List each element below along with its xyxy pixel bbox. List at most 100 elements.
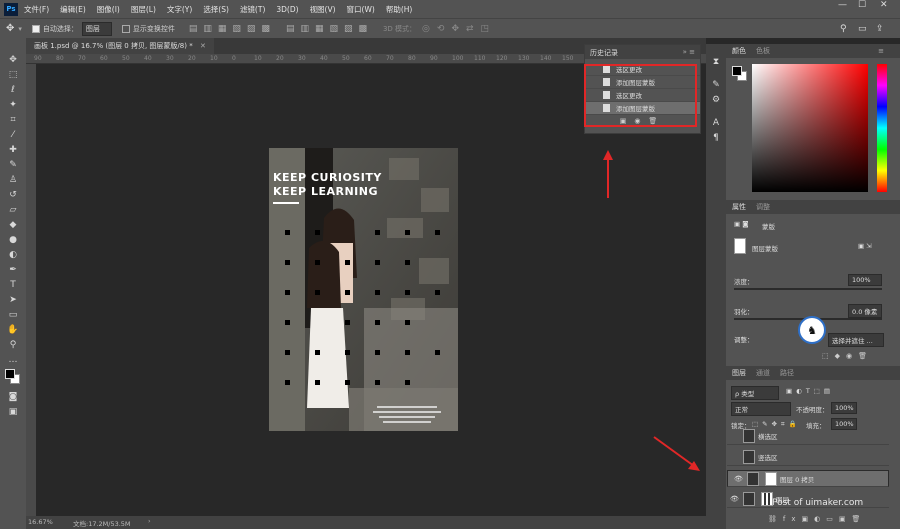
panel-menu-icon[interactable]: » ≡ xyxy=(683,48,695,56)
layer-thumbnail xyxy=(743,450,755,464)
hand-tool-icon[interactable]: ✋ xyxy=(0,322,26,337)
3d-mode-icons[interactable]: ◎⟲✥⇄◳ xyxy=(422,24,496,34)
character-panel-icon[interactable]: A xyxy=(706,115,726,130)
tab-properties[interactable]: 属性 xyxy=(732,202,746,212)
select-and-mask-button[interactable]: 选择并遮住 ... xyxy=(828,333,884,347)
tab-layers[interactable]: 图层 xyxy=(732,368,746,378)
blend-mode-dropdown[interactable]: 正常 xyxy=(731,402,791,416)
opacity-input[interactable]: 100% xyxy=(831,402,857,414)
history-panel-title[interactable]: 历史记录 xyxy=(590,49,618,57)
menu-layer[interactable]: 图层(L) xyxy=(131,4,156,15)
move-tool-icon[interactable]: ✥ xyxy=(6,23,14,34)
maximize-icon[interactable]: ☐ xyxy=(858,0,866,10)
dodge-tool-icon[interactable]: ◐ xyxy=(0,247,26,262)
magic-wand-icon[interactable]: ✦ xyxy=(0,97,26,112)
menu-view[interactable]: 视图(V) xyxy=(310,4,336,15)
eye-icon[interactable]: 👁 xyxy=(734,475,744,483)
history-brush-icon[interactable]: ↺ xyxy=(0,187,26,202)
hue-slider[interactable] xyxy=(877,64,887,192)
move-tool-icon[interactable]: ✥ xyxy=(0,52,26,67)
foreground-color-swatch[interactable] xyxy=(732,66,742,76)
search-icon[interactable]: ⚲ xyxy=(840,24,847,34)
layer-footer-icons[interactable]: ⛓fx▣◐▭▣🗑 xyxy=(768,515,866,523)
zoom-tool-icon[interactable]: ⚲ xyxy=(0,337,26,352)
menu-3d[interactable]: 3D(D) xyxy=(276,5,298,14)
eye-icon[interactable]: 👁 xyxy=(730,495,740,503)
align-icons[interactable]: ▤▥▦▧▨▩ xyxy=(189,24,276,34)
density-input[interactable]: 100% xyxy=(848,274,882,286)
auto-select-checkbox[interactable] xyxy=(31,24,40,33)
vertical-ruler[interactable] xyxy=(26,64,36,516)
rectangle-tool-icon[interactable]: ▭ xyxy=(0,307,26,322)
tab-channels[interactable]: 通道 xyxy=(756,368,770,378)
healing-brush-icon[interactable]: ✚ xyxy=(0,142,26,157)
menu-edit[interactable]: 编辑(E) xyxy=(60,4,86,15)
show-transform-checkbox[interactable] xyxy=(121,24,130,33)
eyedropper-icon[interactable]: ⁄ xyxy=(0,127,26,142)
mask-type-icons[interactable]: ▣ ◙ xyxy=(734,220,749,228)
paint-bucket-icon[interactable]: ◆ xyxy=(0,217,26,232)
mask-footer-icons[interactable]: ⬚◆◉🗑 xyxy=(822,352,873,360)
zoom-level[interactable]: 16.67% xyxy=(28,518,53,526)
auto-select-dropdown[interactable]: 图层 xyxy=(81,21,112,36)
minimize-icon[interactable]: — xyxy=(838,0,847,10)
layer-filter-icons[interactable]: ▣◐T⬚▤ xyxy=(786,387,834,395)
color-swatches[interactable] xyxy=(0,367,26,389)
photoshop-logo-icon: Ps xyxy=(4,2,18,16)
history-panel-header: 历史记录 » ≡ xyxy=(585,45,700,59)
menu-select[interactable]: 选择(S) xyxy=(203,4,229,15)
brush-settings-icon[interactable]: ✎ xyxy=(706,77,726,92)
close-tab-icon[interactable]: ✕ xyxy=(200,42,206,50)
menu-help[interactable]: 帮助(H) xyxy=(386,4,413,15)
more-tools-icon[interactable]: … xyxy=(0,352,26,367)
color-picker-field[interactable] xyxy=(752,64,868,192)
eraser-icon[interactable]: ▱ xyxy=(0,202,26,217)
density-slider[interactable] xyxy=(734,288,882,290)
status-arrow-icon[interactable]: › xyxy=(148,517,151,525)
blur-tool-icon[interactable]: ● xyxy=(0,232,26,247)
tab-adjustments[interactable]: 调整 xyxy=(756,202,770,212)
pen-tool-icon[interactable]: ✒ xyxy=(0,262,26,277)
feather-input[interactable]: 0.0 像素 xyxy=(848,304,882,318)
panel-menu-icon[interactable]: ≡ xyxy=(878,47,884,55)
close-icon[interactable]: ✕ xyxy=(880,0,888,10)
distribute-icons[interactable]: ▤▥▦▧▨▩ xyxy=(286,24,373,34)
quick-mask-icon[interactable]: ◙ xyxy=(0,389,26,404)
clone-stamp-icon[interactable]: ♙ xyxy=(0,172,26,187)
ruler-mark: 50 xyxy=(342,55,350,62)
path-select-icon[interactable]: ➤ xyxy=(0,292,26,307)
screen-mode-icon[interactable]: ▣ xyxy=(0,404,26,419)
menu-window[interactable]: 窗口(W) xyxy=(347,4,375,15)
marquee-tool-icon[interactable]: ⬚ xyxy=(0,67,26,82)
lasso-tool-icon[interactable]: ℓ xyxy=(0,82,26,97)
tab-paths[interactable]: 路径 xyxy=(780,368,794,378)
chevron-down-icon[interactable]: ▾ xyxy=(18,25,22,33)
share-icon[interactable]: ⇪ xyxy=(876,24,884,34)
layer-row[interactable]: 竖选区 xyxy=(727,449,889,466)
mask-thumbnail xyxy=(734,238,746,254)
foreground-color-swatch[interactable] xyxy=(5,369,15,379)
tab-color[interactable]: 颜色 xyxy=(732,46,746,56)
layer-row[interactable]: 横选区 xyxy=(727,428,889,445)
layer-row-selected[interactable]: 👁 图层 0 拷贝 xyxy=(727,470,889,487)
document-canvas-image[interactable]: KEEP CURIOSITY KEEP LEARNING xyxy=(269,148,458,431)
menu-filter[interactable]: 滤镜(T) xyxy=(240,4,265,15)
layer-filter-dropdown[interactable]: ρ 类型 xyxy=(731,386,779,400)
layer-mask-thumbnail[interactable] xyxy=(765,471,777,486)
adjustments-icon[interactable]: ⚙ xyxy=(706,92,726,107)
type-tool-icon[interactable]: T xyxy=(0,277,26,292)
history-panel-icon[interactable]: ⧗ xyxy=(706,54,726,69)
workspace-icon[interactable]: ▭ xyxy=(858,24,867,34)
tab-swatches[interactable]: 色板 xyxy=(756,46,770,56)
mask-action-icons[interactable]: ▣ ⇲ xyxy=(858,242,872,250)
paragraph-panel-icon[interactable]: ¶ xyxy=(706,130,726,145)
ruler-mark: 100 xyxy=(452,55,464,62)
ruler-mark: 80 xyxy=(56,55,64,62)
ruler-mark: 60 xyxy=(100,55,108,62)
brush-tool-icon[interactable]: ✎ xyxy=(0,157,26,172)
menu-type[interactable]: 文字(Y) xyxy=(167,4,192,15)
menu-file[interactable]: 文件(F) xyxy=(24,4,49,15)
crop-tool-icon[interactable]: ⌗ xyxy=(0,112,26,127)
document-tab[interactable]: 画板 1.psd @ 16.7% (图层 0 拷贝, 图层蒙版/8) * ✕ xyxy=(26,38,214,54)
menu-image[interactable]: 图像(I) xyxy=(97,4,120,15)
